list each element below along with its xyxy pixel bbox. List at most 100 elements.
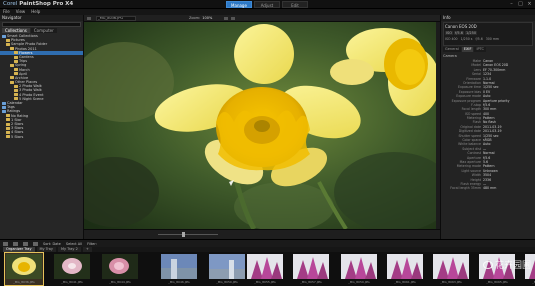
tab-manage[interactable]: Manage (226, 1, 252, 8)
spec-focal: 300 mm (485, 37, 500, 41)
thumbnail-caption: _MG_8055.JPG (254, 280, 276, 284)
thumbnail-caption: _MG_8036.JPG (13, 280, 35, 284)
thumbnail[interactable]: _MG_8050.JPG (208, 253, 246, 285)
thumbnail-image (102, 254, 138, 279)
folder-icon (14, 97, 18, 101)
app-title: Corel PaintShop Pro X4 (3, 1, 73, 7)
zoom-label: Zoom: (189, 16, 201, 20)
thumbnail[interactable]: _MG_8044.JPG (101, 253, 139, 285)
folder-icon (2, 109, 6, 113)
folder-icon (10, 63, 14, 67)
thumbnail-image (54, 254, 90, 279)
shutter-button[interactable]: 1/250 (465, 31, 478, 35)
folder-icon (6, 42, 10, 46)
navigator-tabs: Collections Computer (2, 28, 81, 33)
thumbnail-image (387, 254, 423, 279)
folder-icon (14, 89, 18, 93)
navigator-title: Navigator (0, 15, 83, 21)
tree-item-label: 5 Stars (11, 134, 24, 139)
minimize-icon[interactable]: – (508, 1, 515, 7)
aperture-button[interactable]: f/5.6 (454, 31, 464, 35)
folder-icon (6, 135, 10, 139)
tab-collections[interactable]: Collections (2, 28, 30, 33)
app-version: Pro X4 (52, 1, 74, 7)
zoom-slider-handle[interactable] (182, 232, 185, 237)
camera-buttons: ISO f/5.6 1/250 (445, 31, 531, 35)
folder-icon (6, 114, 10, 118)
thumbnail-image (247, 254, 283, 279)
actual-size-icon[interactable] (231, 17, 235, 20)
folder-icon (10, 76, 14, 80)
thumbnail[interactable]: _MG_8036.JPG (4, 252, 44, 286)
folder-icon (2, 105, 6, 109)
thumbnail[interactable]: _MG_8063.JPG (432, 253, 470, 285)
thumbnail[interactable]: _MG_8059.JPG (340, 253, 378, 285)
close-icon[interactable]: × (526, 1, 533, 7)
folder-icon (2, 34, 6, 38)
thumbnail[interactable]: _MG_8046.JPG (160, 253, 198, 285)
folder-icon (6, 126, 10, 130)
folder-icon (14, 55, 18, 59)
tab-adjust[interactable]: Adjust (254, 1, 280, 8)
exif-section-title: Camera (443, 54, 457, 58)
tab-iptc[interactable]: IPTC (474, 47, 486, 52)
folder-icon (14, 72, 18, 76)
maximize-icon[interactable]: □ (517, 1, 524, 7)
watermark-text: 花卉园圃 (494, 261, 531, 271)
select-all-label[interactable]: Select All (66, 242, 82, 246)
tab-edit[interactable]: Edit (282, 1, 308, 8)
info-tabs: General EXIF IPTC (443, 47, 533, 52)
tab-exif[interactable]: EXIF (461, 47, 474, 52)
thumbnail-caption: _MG_8061.JPG (394, 280, 416, 284)
zoom-slider[interactable] (158, 234, 218, 235)
filter-label[interactable]: Filter: (87, 242, 97, 246)
view-icon[interactable] (13, 241, 18, 246)
thumbnail[interactable]: _MG_8055.JPG (246, 253, 284, 285)
thumbnail-caption: _MG_8063.JPG (440, 280, 462, 284)
fit-icon[interactable] (224, 17, 228, 20)
search-input[interactable] (2, 22, 81, 27)
tab-computer[interactable]: Computer (30, 28, 57, 33)
zoom-value[interactable]: 100% (202, 16, 212, 20)
camera-summary: Canon EOS 20D ISO f/5.6 1/250 ISO 400 1/… (443, 22, 533, 46)
spec-shutter: 1/250 s (460, 37, 473, 41)
folder-icon (6, 130, 10, 134)
mode-tabs: Manage Adjust Edit (226, 1, 308, 8)
sort-icon[interactable] (3, 241, 8, 246)
filmstrip: _MG_8036.JPG _MG_8041.JPG _MG_8044.JPG _MG_… (0, 252, 535, 286)
thumbnail[interactable]: _MG_8041.JPG (53, 253, 91, 285)
thumbnail[interactable]: _MG_8057.JPG (292, 253, 330, 285)
thumbnail-image (341, 254, 377, 279)
folder-icon (6, 118, 10, 122)
thumbnail-caption: _MG_8046.JPG (168, 280, 190, 284)
thumbnail-caption: _MG_8041.JPG (61, 280, 83, 284)
thumbnail-caption: _MG_8065.JPG (486, 280, 508, 284)
app-name: PaintShop (19, 1, 51, 7)
watermark-logo-icon (482, 260, 493, 269)
image-preview[interactable] (84, 22, 440, 229)
camera-name: Canon EOS 20D (445, 24, 477, 29)
tree-item[interactable]: 5 Stars (0, 135, 83, 139)
browse-icon[interactable] (87, 17, 91, 20)
daffodil-photo (84, 22, 440, 229)
folder-icon (6, 38, 10, 42)
title-bar: Corel PaintShop Pro X4 Manage Adjust Edi… (0, 0, 535, 9)
folder-icon (10, 80, 14, 84)
exif-list: Camera Make Canon Model Canon EOS 20D Lens EF… (443, 54, 533, 191)
thumbnail-image (161, 254, 197, 279)
iso-button[interactable]: ISO (445, 31, 454, 35)
viewer-toolbar: _MG_8036.JPG Zoom: 100% (84, 15, 440, 22)
sort-label[interactable]: Sort: Date (43, 242, 61, 246)
thumbnail-image (6, 254, 42, 279)
thumbnail-image (433, 254, 469, 279)
exif-value[interactable]: 480 mm (483, 186, 533, 190)
thumbnail-caption: _MG_8059.JPG (348, 280, 370, 284)
thumbnail[interactable]: _MG_8061.JPG (386, 253, 424, 285)
spec-aperture: f/5.6 (475, 37, 483, 41)
rotate-icon[interactable] (23, 241, 28, 246)
tab-general[interactable]: General (443, 47, 461, 52)
window-controls: – □ × (508, 1, 533, 7)
delete-icon[interactable] (33, 241, 38, 246)
thumbnail-image (293, 254, 329, 279)
organizer-toolbar: Sort: Date Select All Filter: (0, 239, 535, 247)
